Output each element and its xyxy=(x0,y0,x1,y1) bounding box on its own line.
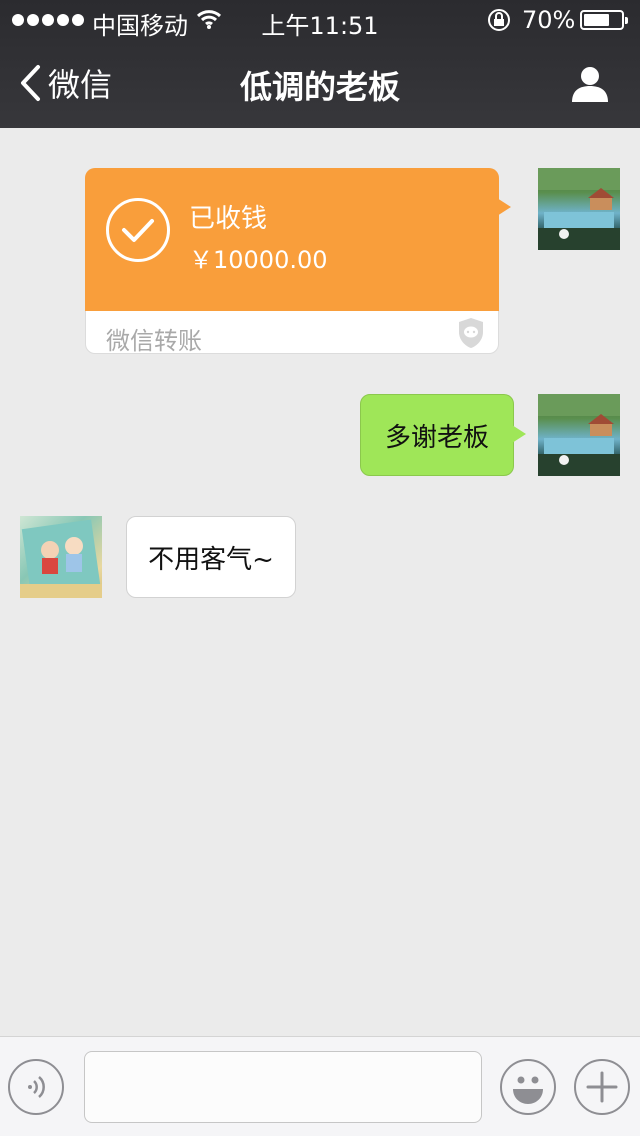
transfer-card-tail xyxy=(497,198,511,216)
received-message-bubble[interactable]: 不用客气~ xyxy=(126,516,296,598)
my-avatar[interactable] xyxy=(538,168,620,250)
chat-title: 低调的老板 xyxy=(239,68,400,106)
transfer-label: 微信转账 xyxy=(106,327,202,355)
emoji-button[interactable] xyxy=(500,1059,556,1115)
person-icon[interactable] xyxy=(570,64,610,104)
wechat-pay-shield-icon xyxy=(459,318,483,348)
transfer-status: 已收钱 xyxy=(189,204,268,234)
sent-message-bubble[interactable]: 多谢老板 xyxy=(360,394,514,476)
more-options-button[interactable] xyxy=(574,1059,630,1115)
input-toolbar xyxy=(0,1036,640,1136)
message-input[interactable] xyxy=(84,1051,482,1123)
voice-icon xyxy=(28,1076,45,1098)
transfer-amount: ￥10000.00 xyxy=(189,246,328,274)
sent-message-text: 多谢老板 xyxy=(384,422,489,453)
voice-button[interactable] xyxy=(8,1059,64,1115)
status-bar: 中国移动 上午11:51 70% xyxy=(0,0,640,40)
sent-bubble-tail xyxy=(512,425,526,443)
navigation-bar: 中国移动 上午11:51 70% 微信 低调的老板 xyxy=(0,0,640,128)
rotation-lock-icon xyxy=(488,9,510,31)
contact-avatar[interactable] xyxy=(20,516,102,598)
checkmark-icon xyxy=(106,198,170,262)
received-message-text: 不用客气~ xyxy=(148,544,274,575)
transfer-card[interactable]: 已收钱 ￥10000.00 微信转账 xyxy=(85,168,499,355)
emoji-icon xyxy=(513,1076,543,1104)
my-avatar[interactable] xyxy=(538,394,620,476)
battery-icon xyxy=(580,10,628,30)
battery-percentage: 70% xyxy=(522,6,576,34)
plus-icon xyxy=(586,1071,618,1103)
transfer-card-header: 已收钱 ￥10000.00 xyxy=(85,168,499,311)
